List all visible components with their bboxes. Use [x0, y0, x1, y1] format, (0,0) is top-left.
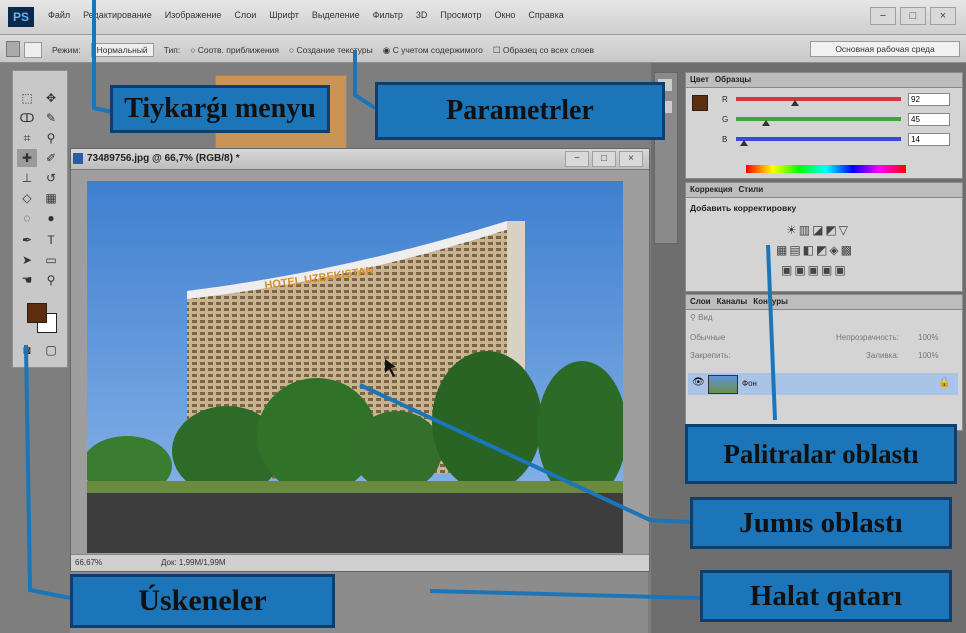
callout-palettes-area: Palitralar oblastı: [685, 424, 957, 484]
callout-parameters: Parametrler: [375, 82, 665, 140]
work-pointer-line: [359, 383, 691, 524]
params-pointer-line: [353, 50, 377, 110]
callout-tools: Úskeneler: [70, 574, 335, 628]
tools-pointer-line: [24, 344, 71, 600]
status-pointer-line: [429, 589, 701, 600]
callout-main-menu: Tiykarǵı menyu: [110, 85, 330, 133]
palettes-pointer-line: [766, 244, 777, 421]
callout-status-bar: Halat qatarı: [700, 570, 952, 622]
callout-work-area: Jumıs oblastı: [690, 497, 952, 549]
